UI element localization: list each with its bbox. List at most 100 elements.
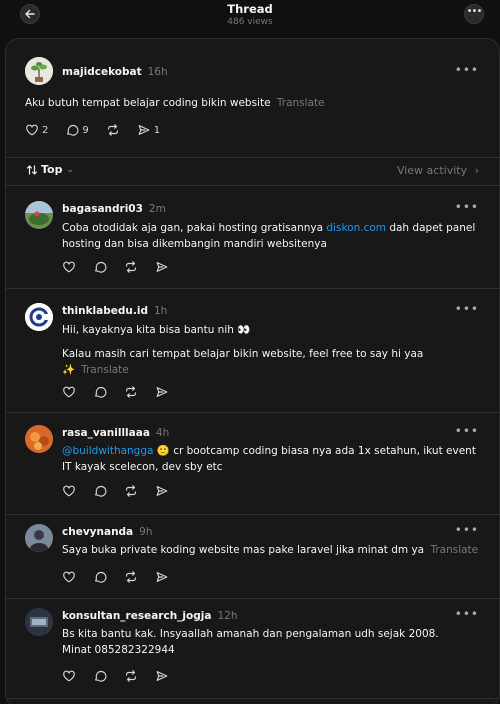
repost-button[interactable] [124,385,138,399]
reply-time: 12h [217,610,238,622]
reply-more-icon[interactable]: ••• [455,523,479,537]
plant-avatar-image [25,57,53,85]
sort-icon [26,164,38,175]
reply-link[interactable]: diskon.com [326,222,386,234]
repost-button[interactable] [124,260,138,274]
share-button[interactable] [155,484,169,498]
sort-bar: Top ⌄ View activity › [6,157,499,183]
repost-button[interactable] [124,669,138,683]
reply-avatar[interactable] [25,201,55,231]
reply-actions [62,668,186,684]
view-count: 486 views [227,17,273,27]
like-button[interactable] [62,484,76,498]
comment-button[interactable]: 9 [65,123,89,137]
share-button[interactable] [155,385,169,399]
reply-more-icon[interactable]: ••• [455,424,479,438]
send-icon [138,125,150,135]
reply-text: 🙂 cr bootcamp coding biasa nya ada 1x se… [153,445,476,457]
heart-icon [63,386,75,398]
reply-text: dah dapet panel [386,222,476,234]
reply-more-icon[interactable]: ••• [455,607,479,621]
like-button[interactable] [62,260,76,274]
like-button[interactable]: 2 [25,123,48,137]
like-button[interactable] [62,669,76,683]
op-avatar[interactable]: + [25,57,55,87]
comment-button[interactable] [93,669,107,683]
logo-avatar-image [25,303,53,331]
op-text: Aku butuh tempat belajar coding bikin we… [25,97,271,109]
comment-button[interactable] [93,484,107,498]
reply-more-icon[interactable]: ••• [455,302,479,316]
reply-time: 4h [155,427,170,439]
reply-time: 9h [139,526,153,538]
op-time: 16h [147,66,168,78]
heart-icon [63,485,75,497]
reply-translate-link[interactable]: Translate [430,544,478,556]
top-bar: Thread 486 views ••• [0,0,500,36]
reply-more-icon[interactable]: ••• [455,200,479,214]
heart-icon [63,670,75,682]
comment-icon [95,261,107,273]
reply-avatar[interactable]: + [25,303,55,333]
share-button[interactable] [155,669,169,683]
repost-button[interactable] [124,570,138,584]
share-button[interactable] [155,570,169,584]
person-avatar-image [25,524,53,552]
view-activity-link[interactable]: View activity › [397,164,479,177]
comment-icon [95,386,107,398]
reply-username[interactable]: chevynanda [62,526,133,538]
repost-icon [126,485,136,497]
share-button[interactable] [155,260,169,274]
reply-avatar[interactable]: + [25,425,55,455]
thread-card: + majidcekobat 16h ••• Aku butuh tempat b… [5,38,500,704]
reply-username[interactable]: konsultan_research_jogja [62,610,211,622]
view-activity-label: View activity [396,164,468,177]
reply-username[interactable]: thinklabedu.id [62,305,148,317]
reply-mention[interactable]: @buildwithangga [62,445,153,457]
send-icon [156,486,168,496]
reply-actions [62,569,186,585]
sort-dropdown[interactable]: Top ⌄ [26,163,74,176]
send-icon [156,387,168,397]
reply-actions [62,384,186,400]
comment-icon [67,124,79,136]
reply-text: Kalau masih cari tempat belajar bikin we… [62,348,424,360]
reply-text: hosting dan bisa dikembangin mandiri web… [62,238,327,250]
op-actions: 2 9 1 [25,122,177,138]
share-count: 1 [153,124,161,136]
reply-translate-link[interactable]: Translate [81,364,129,376]
reply-avatar[interactable]: + [25,524,55,554]
reply-username[interactable]: rasa_vanilllaaa [62,427,150,439]
sparkles-emoji: ✨ [62,364,76,376]
reply-text: Bs kita bantu kak. Insyaallah amanah dan… [62,628,439,640]
repost-button[interactable] [106,123,120,137]
repost-icon [126,386,136,398]
like-button[interactable] [62,570,76,584]
reply-item: + rasa_vanilllaaa4h ••• @buildwithangga … [6,412,499,514]
comment-icon [95,670,107,682]
reply-text: Hii, kayaknya kita bisa bantu nih 👀 [62,324,251,336]
reply-avatar[interactable]: + [25,608,55,638]
repost-icon [126,571,136,583]
heart-icon [26,124,38,136]
more-options-button[interactable]: ••• [464,4,484,24]
reply-text: Minat 085282322944 [62,644,175,656]
share-button[interactable]: 1 [137,123,160,137]
op-translate-link[interactable]: Translate [277,97,325,109]
reply-username[interactable]: bagasandri03 [62,203,143,215]
comment-button[interactable] [93,385,107,399]
repost-icon [107,124,118,136]
post-more-icon[interactable]: ••• [455,63,479,77]
comment-button[interactable] [93,260,107,274]
comment-button[interactable] [93,570,107,584]
repost-button[interactable] [124,484,138,498]
reply-actions [62,259,186,275]
like-button[interactable] [62,385,76,399]
office-avatar-image [25,608,53,636]
send-icon [156,572,168,582]
op-username[interactable]: majidcekobat [62,66,142,78]
reply-text: Saya buka private koding website mas pak… [62,544,425,556]
comment-count: 9 [82,124,89,136]
like-count: 2 [42,124,49,136]
chevron-right-icon: › [474,164,479,177]
